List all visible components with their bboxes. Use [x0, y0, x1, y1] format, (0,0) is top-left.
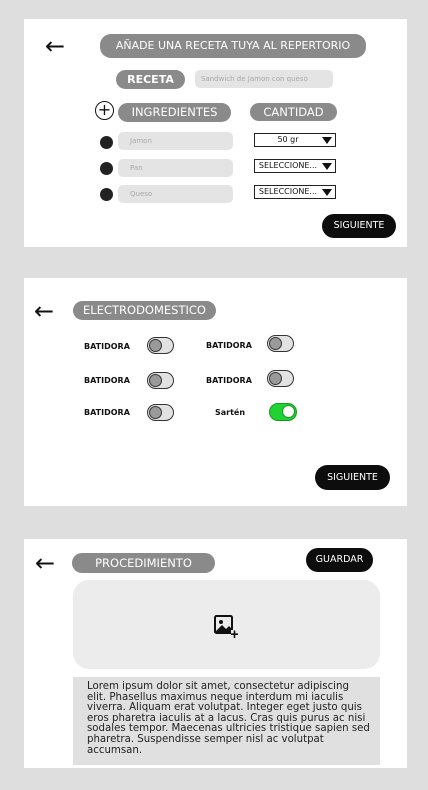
recipe-label: RECETA: [116, 70, 185, 89]
appliance-toggle[interactable]: [267, 335, 294, 352]
procedure-textarea[interactable]: Lorem ipsum dolor sit amet, consectetur …: [73, 677, 380, 765]
next-button[interactable]: SIGUIENTE: [322, 214, 396, 238]
back-arrow-icon[interactable]: ←: [35, 551, 55, 575]
appliance-label: BATIDORA: [206, 376, 252, 385]
next-button[interactable]: SIGUIENTE: [315, 465, 390, 490]
image-upload-area[interactable]: [73, 580, 380, 669]
ingredient-input[interactable]: Queso: [118, 185, 233, 203]
ingredient-bullet: [100, 188, 113, 201]
back-arrow-icon[interactable]: ←: [45, 34, 65, 58]
recipe-name-input[interactable]: Sandwich de Jamon con queso: [195, 70, 333, 88]
triangle-down-icon: [322, 163, 332, 170]
quantity-header: CANTIDAD: [250, 103, 337, 121]
image-add-icon: [214, 615, 238, 638]
toggle-knob: [282, 405, 295, 418]
procedure-title: PROCEDIMIENTO: [72, 553, 215, 573]
quantity-select[interactable]: 50 gr: [254, 133, 336, 147]
ingredients-header: INGREDIENTES: [118, 103, 231, 122]
triangle-down-icon: [322, 137, 332, 144]
appliance-label: BATIDORA: [206, 341, 252, 350]
save-button[interactable]: GUARDAR: [306, 548, 373, 572]
back-arrow-icon[interactable]: ←: [34, 299, 54, 323]
ingredient-bullet: [100, 136, 113, 149]
toggle-knob: [269, 337, 282, 350]
quantity-select[interactable]: SELECCIONE...: [254, 185, 336, 199]
toggle-knob: [149, 374, 162, 387]
appliance-toggle[interactable]: [147, 372, 174, 389]
appliance-toggle[interactable]: [269, 403, 297, 421]
appliance-title: ELECTRODOMESTICO: [73, 301, 216, 320]
toggle-knob: [149, 406, 162, 419]
quantity-select-value: SELECCIONE...: [258, 187, 318, 196]
appliance-toggle[interactable]: [267, 370, 294, 387]
appliance-label: BATIDORA: [84, 342, 130, 351]
ingredient-input[interactable]: Pan: [118, 159, 233, 177]
toggle-knob: [149, 339, 162, 352]
triangle-down-icon: [322, 189, 332, 196]
appliance-label: BATIDORA: [84, 376, 130, 385]
quantity-select[interactable]: SELECCIONE...: [254, 159, 336, 173]
appliance-label: BATIDORA: [84, 408, 130, 417]
add-ingredient-icon[interactable]: +: [95, 101, 114, 120]
appliance-panel: ← ELECTRODOMESTICO BATIDORA BATIDORA BAT…: [24, 278, 407, 506]
add-recipe-panel: ← AÑADE UNA RECETA TUYA AL REPERTORIO RE…: [24, 19, 407, 247]
ingredient-bullet: [100, 162, 113, 175]
appliance-label: Sartén: [215, 408, 246, 417]
appliance-toggle[interactable]: [147, 404, 174, 421]
ingredient-input[interactable]: Jamon: [118, 132, 233, 150]
toggle-knob: [269, 372, 282, 385]
page-title: AÑADE UNA RECETA TUYA AL REPERTORIO: [100, 34, 366, 58]
quantity-select-value: SELECCIONE...: [258, 161, 318, 170]
quantity-select-value: 50 gr: [277, 135, 299, 144]
appliance-toggle[interactable]: [147, 337, 174, 354]
